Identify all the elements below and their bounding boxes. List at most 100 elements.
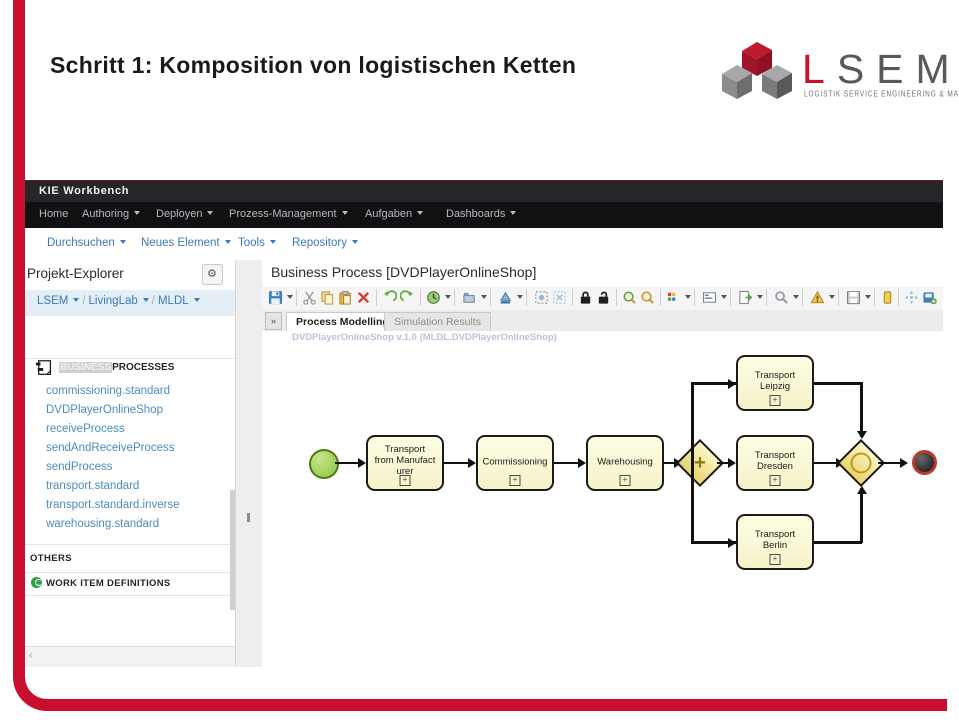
toolbar-separator xyxy=(766,289,767,306)
sequence-flow xyxy=(860,382,863,437)
history-dropdown-caret[interactable] xyxy=(445,295,451,299)
nav-item-aufgaben[interactable]: Aufgaben xyxy=(365,208,424,220)
delete-icon[interactable] xyxy=(356,290,371,305)
breadcrumb-item-organization[interactable]: LSEM xyxy=(37,295,68,307)
list-item[interactable]: sendAndReceiveProcess xyxy=(25,439,235,458)
list-item[interactable]: DVDPlayerOnlineShop xyxy=(25,401,235,420)
flow-arrow-icon xyxy=(728,537,736,548)
deselect-icon[interactable] xyxy=(552,290,567,305)
list-item[interactable]: commissioning.standard xyxy=(25,382,235,401)
align-dropdown-caret[interactable] xyxy=(481,295,487,299)
splitter-grip[interactable] xyxy=(247,513,250,522)
task-transport-from-manufacturer[interactable]: Transport from Manufact urer + xyxy=(366,435,444,491)
task-label-line: from Manufact xyxy=(374,454,436,466)
inclusive-gateway-join[interactable] xyxy=(836,438,886,488)
zoom-in-icon[interactable] xyxy=(622,290,637,305)
subnav-item-durchsuchen[interactable]: Durchsuchen xyxy=(47,237,126,249)
chevron-left-icon[interactable]: ‹ xyxy=(29,650,32,661)
subnav-item-repository[interactable]: Repository xyxy=(292,237,358,249)
nav-item-deployen[interactable]: Deployen xyxy=(156,208,214,220)
expand-subprocess-icon[interactable]: + xyxy=(769,395,781,406)
subnav-item-neues-element[interactable]: Neues Element xyxy=(141,237,231,249)
expand-subprocess-icon[interactable]: + xyxy=(619,475,631,486)
export-icon[interactable] xyxy=(922,290,937,305)
nav-item-dashboards[interactable]: Dashboards xyxy=(446,208,517,220)
breadcrumb-items: LSEM / LivingLab / MLDL xyxy=(37,295,200,307)
workbench-brand-bar: KIE Workbench xyxy=(25,180,943,203)
nav-item-prozess-management[interactable]: Prozess-Management xyxy=(229,208,348,220)
generate-dropdown-caret[interactable] xyxy=(757,295,763,299)
tab-simulation-results[interactable]: Simulation Results xyxy=(384,312,491,331)
color-icon[interactable] xyxy=(498,290,513,305)
list-item[interactable]: receiveProcess xyxy=(25,420,235,439)
task-label-line: Transport xyxy=(754,529,796,541)
expand-subprocess-icon[interactable]: + xyxy=(769,554,781,565)
tab-overflow-chevron-icon[interactable]: » xyxy=(265,312,282,330)
process-canvas[interactable]: DVDPlayerOnlineShop v.1.0 (MLDL.DVDPlaye… xyxy=(262,331,943,667)
validate-dropdown-caret[interactable] xyxy=(829,295,835,299)
breadcrumb-item-project[interactable]: MLDL xyxy=(158,295,189,307)
toolbar-separator xyxy=(490,289,491,306)
chevron-down-icon xyxy=(269,240,276,244)
work-item-definitions-icon xyxy=(31,577,42,588)
save-dropdown-caret[interactable] xyxy=(287,295,293,299)
save-icon[interactable] xyxy=(268,290,283,305)
delete-process-icon[interactable] xyxy=(880,290,895,305)
explorer-spacer-second xyxy=(25,338,235,359)
parallel-gateway-split[interactable]: + xyxy=(675,438,725,488)
gear-icon[interactable]: ⚙ xyxy=(202,264,223,285)
toolbar-separator xyxy=(660,289,661,306)
expand-subprocess-icon[interactable]: + xyxy=(399,475,411,486)
start-event-node[interactable] xyxy=(309,449,339,479)
list-item[interactable]: transport.standard xyxy=(25,477,235,496)
move-icon[interactable] xyxy=(904,290,919,305)
grid-icon[interactable] xyxy=(666,290,681,305)
form-dropdown-caret[interactable] xyxy=(721,295,727,299)
breadcrumb-item-repository[interactable]: LivingLab xyxy=(89,295,138,307)
save-as-dropdown-caret[interactable] xyxy=(865,295,871,299)
business-processes-label: BUSINESSPROCESSES xyxy=(59,362,174,373)
history-icon[interactable] xyxy=(426,290,441,305)
search-dropdown-caret[interactable] xyxy=(793,295,799,299)
validate-icon[interactable] xyxy=(810,290,825,305)
expand-subprocess-icon[interactable]: + xyxy=(509,475,521,486)
paste-icon[interactable] xyxy=(338,290,353,305)
lock-icon[interactable] xyxy=(578,290,593,305)
slide-accent-bar-left xyxy=(13,0,25,126)
undo-icon[interactable] xyxy=(382,290,397,305)
task-label: Transport from Manufact urer xyxy=(370,444,440,477)
task-commissioning[interactable]: Commissioning + xyxy=(476,435,554,491)
redo-icon[interactable] xyxy=(400,290,415,305)
copy-icon[interactable] xyxy=(320,290,335,305)
generate-icon[interactable] xyxy=(738,290,753,305)
align-icon[interactable] xyxy=(462,290,477,305)
task-transport-dresden[interactable]: Transport Dresden + xyxy=(736,435,814,491)
work-item-definitions-row[interactable]: WORK ITEM DEFINITIONS xyxy=(25,573,235,595)
search-icon[interactable] xyxy=(774,290,789,305)
save-as-icon[interactable] xyxy=(846,290,861,305)
end-event-node[interactable] xyxy=(912,450,937,475)
zoom-out-icon[interactable] xyxy=(640,290,655,305)
task-transport-berlin[interactable]: Transport Berlin + xyxy=(736,514,814,570)
expand-subprocess-icon[interactable]: + xyxy=(769,475,781,486)
business-processes-label-highlight: BUSINESS xyxy=(59,362,113,373)
nav-item-authoring[interactable]: Authoring xyxy=(82,208,141,220)
grid-dropdown-caret[interactable] xyxy=(685,295,691,299)
select-icon[interactable] xyxy=(534,290,549,305)
subnav-item-tools[interactable]: Tools xyxy=(238,237,276,249)
task-warehousing[interactable]: Warehousing + xyxy=(586,435,664,491)
list-item[interactable]: sendProcess xyxy=(25,458,235,477)
nav-item-home[interactable]: Home xyxy=(39,208,68,220)
cut-icon[interactable] xyxy=(302,290,317,305)
unlock-icon[interactable] xyxy=(596,290,611,305)
explorer-footer: ‹ xyxy=(25,646,235,667)
color-dropdown-caret[interactable] xyxy=(517,295,523,299)
panel-splitter[interactable] xyxy=(235,260,264,667)
subnav-label: Tools xyxy=(238,237,265,249)
list-item[interactable]: warehousing.standard xyxy=(25,515,235,534)
list-item[interactable]: transport.standard.inverse xyxy=(25,496,235,515)
breadcrumb: LSEM / LivingLab / MLDL xyxy=(25,290,235,316)
form-icon[interactable] xyxy=(702,290,717,305)
task-transport-leipzig[interactable]: Transport Leipzig + xyxy=(736,355,814,411)
tab-process-modelling[interactable]: Process Modelling xyxy=(286,312,399,331)
